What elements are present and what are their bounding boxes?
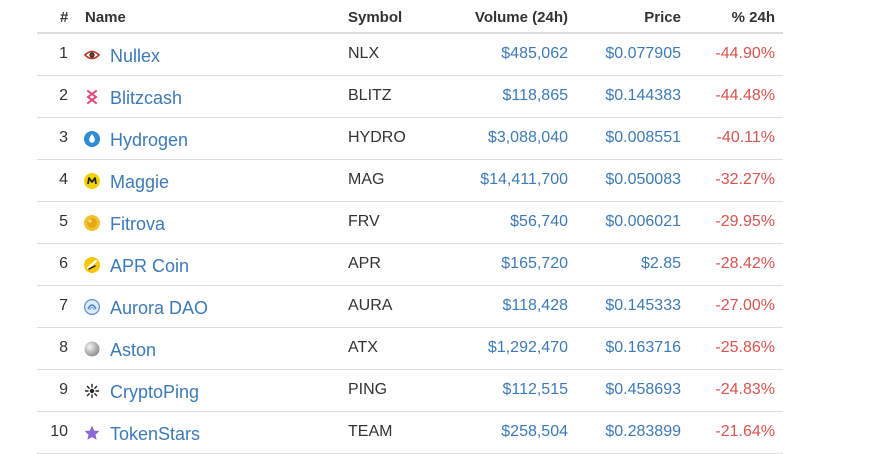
symbol-cell: TEAM [348,423,393,440]
volume-link[interactable]: $112,515 [502,381,568,399]
symbol-cell: APR [348,255,381,272]
price-link[interactable]: $2.85 [641,255,681,273]
aurora-dao-icon [84,299,100,315]
table-row[interactable]: 3 Hydrogen HYDRO $3,088,040 $0.008551 -40.11% [37,118,783,160]
table-header: # Name Symbol Volume (24h) Price % 24h [37,0,783,34]
change-cell: -44.90% [715,45,775,62]
change-cell: -24.83% [715,381,775,398]
rank-cell: 7 [59,297,68,314]
symbol-cell: NLX [348,45,380,62]
rank-cell: 2 [59,87,68,104]
table-row[interactable]: 8 Aston ATX $1,292,470 $0.163716 -25.86% [37,328,783,370]
table-row[interactable]: 9 CryptoPing PING $112,515 $0.458693 -24.83% [37,370,783,412]
coin-name-link[interactable]: Blitzcash [110,88,182,109]
table-row[interactable]: 6 APR Coin APR $165,720 $2.85 -28.42% [37,244,783,286]
price-link[interactable]: $0.077905 [605,45,681,63]
change-cell: -21.64% [715,423,775,440]
cryptoping-icon [84,383,100,399]
coin-name-link[interactable]: Maggie [110,172,169,193]
gainers-losers-table: # Name Symbol Volume (24h) Price % 24h 1… [0,0,892,454]
volume-link[interactable]: $485,062 [501,45,568,63]
symbol-cell: HYDRO [348,129,406,146]
volume-link[interactable]: $165,720 [501,255,568,273]
price-link[interactable]: $0.163716 [605,339,681,357]
hydrogen-drop-icon [84,131,100,147]
tokenstars-star-icon [84,425,100,441]
price-link[interactable]: $0.144383 [605,87,681,105]
volume-link[interactable]: $118,428 [502,297,568,315]
rank-cell: 9 [59,381,68,398]
price-link[interactable]: $0.145333 [605,297,681,315]
header-change[interactable]: % 24h [732,9,775,26]
header-symbol[interactable]: Symbol [348,9,402,26]
volume-link[interactable]: $258,504 [501,423,568,441]
change-cell: -44.48% [715,87,775,104]
symbol-cell: BLITZ [348,87,392,104]
change-cell: -29.95% [715,213,775,230]
rank-cell: 3 [59,129,68,146]
change-cell: -40.11% [716,129,775,146]
symbol-cell: PING [348,381,388,398]
volume-link[interactable]: $56,740 [510,213,568,231]
symbol-cell: FRV [348,213,380,230]
coin-name-link[interactable]: TokenStars [110,424,200,445]
volume-link[interactable]: $118,865 [502,87,568,105]
table-row[interactable]: 1 Nullex NLX $485,062 $0.077905 -44.90% [37,34,783,76]
volume-link[interactable]: $14,411,700 [480,171,568,189]
rank-cell: 6 [59,255,68,272]
table-row[interactable]: 5 Fitrova FRV $56,740 $0.006021 -29.95% [37,202,783,244]
change-cell: -28.42% [715,255,775,272]
price-link[interactable]: $0.283899 [605,423,681,441]
header-name[interactable]: Name [85,9,126,26]
rank-cell: 4 [59,171,68,188]
table-row[interactable]: 7 Aurora DAO AURA $118,428 $0.145333 -27.00% [37,286,783,328]
coin-name-link[interactable]: APR Coin [110,256,189,277]
symbol-cell: AURA [348,297,393,314]
rank-cell: 5 [59,213,68,230]
blitzcash-icon [84,89,100,105]
aston-sphere-icon [84,341,100,357]
table-row[interactable]: 4 Maggie MAG $14,411,700 $0.050083 -32.27% [37,160,783,202]
price-link[interactable]: $0.458693 [605,381,681,399]
volume-link[interactable]: $1,292,470 [488,339,568,357]
maggie-coin-icon [84,173,100,189]
header-price[interactable]: Price [644,9,681,26]
coin-name-link[interactable]: Nullex [110,46,160,67]
change-cell: -27.00% [715,297,775,314]
apr-coin-icon [84,257,100,273]
volume-link[interactable]: $3,088,040 [488,129,568,147]
change-cell: -32.27% [715,171,775,188]
fitrova-coin-icon [84,215,100,231]
table-row[interactable]: 2 Blitzcash BLITZ $118,865 $0.144383 -44.48% [37,76,783,118]
price-link[interactable]: $0.008551 [605,129,681,147]
table-row[interactable]: 10 TokenStars TEAM $258,504 $0.283899 -21.64% [37,412,783,454]
coin-name-link[interactable]: Hydrogen [110,130,188,151]
header-rank[interactable]: # [60,9,68,26]
symbol-cell: MAG [348,171,385,188]
rank-cell: 1 [59,45,68,62]
rank-cell: 10 [50,423,68,440]
nullex-eye-icon [84,47,100,63]
coin-name-link[interactable]: Aston [110,340,156,361]
change-cell: -25.86% [715,339,775,356]
rank-cell: 8 [59,339,68,356]
symbol-cell: ATX [348,339,378,356]
price-link[interactable]: $0.050083 [605,171,681,189]
coin-name-link[interactable]: CryptoPing [110,382,199,403]
header-volume[interactable]: Volume (24h) [475,9,568,26]
coin-name-link[interactable]: Fitrova [110,214,165,235]
price-link[interactable]: $0.006021 [605,213,681,231]
coin-name-link[interactable]: Aurora DAO [110,298,208,319]
